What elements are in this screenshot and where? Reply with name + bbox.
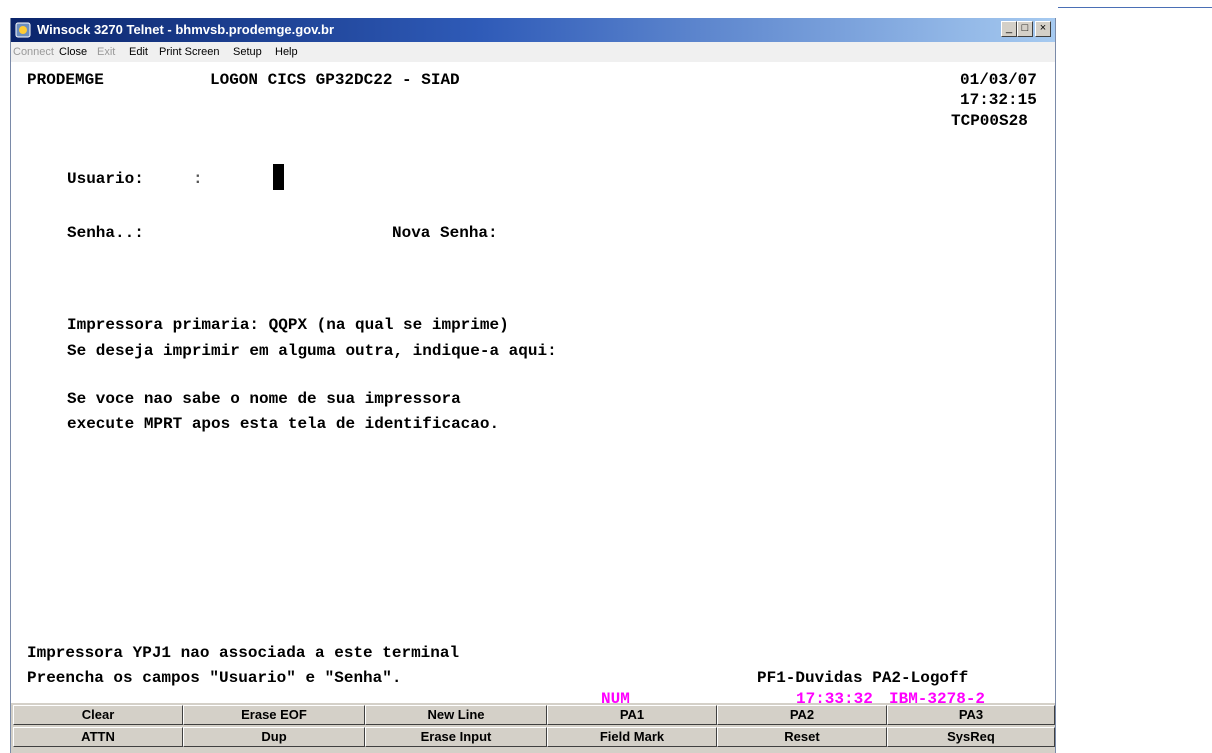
screen-date: 01/03/07 xyxy=(960,71,1037,89)
menu-help[interactable]: Help xyxy=(275,46,298,58)
screen-header: LOGON CICS GP32DC22 - SIAD xyxy=(210,71,460,89)
window-title: Winsock 3270 Telnet - bhmvsb.prodemge.go… xyxy=(37,22,335,37)
help-line2: execute MPRT apos esta tela de identific… xyxy=(67,415,500,433)
erase-input-key[interactable]: Erase Input xyxy=(365,727,547,747)
telnet-window: Winsock 3270 Telnet - bhmvsb.prodemge.go… xyxy=(10,18,1056,753)
usuario-separator: : xyxy=(193,170,203,188)
help-line1: Se voce nao sabe o nome de sua impressor… xyxy=(67,390,461,408)
new-line-key[interactable]: New Line xyxy=(365,705,547,725)
pa2-key[interactable]: PA2 xyxy=(717,705,887,725)
attn-key[interactable]: ATTN xyxy=(13,727,183,747)
menu-connect[interactable]: Connect xyxy=(13,46,54,58)
menu-bar: Connect Close Exit Edit Print Screen Set… xyxy=(11,42,1055,62)
menu-exit[interactable]: Exit xyxy=(97,46,115,58)
status-message2: Preencha os campos "Usuario" e "Senha". xyxy=(27,669,402,687)
clear-key[interactable]: Clear xyxy=(13,705,183,725)
app-icon xyxy=(15,22,31,38)
nova-senha-label: Nova Senha: xyxy=(392,224,498,242)
sysreq-key[interactable]: SysReq xyxy=(887,727,1055,747)
pf-key-hint: PF1-Duvidas PA2-Logoff xyxy=(757,669,969,687)
pa3-key[interactable]: PA3 xyxy=(887,705,1055,725)
text-cursor xyxy=(273,164,284,190)
dup-key[interactable]: Dup xyxy=(183,727,365,747)
usuario-label: Usuario: xyxy=(67,170,144,188)
maximize-button[interactable]: □ xyxy=(1017,21,1033,37)
org-label: PRODEMGE xyxy=(27,71,104,89)
minimize-button[interactable]: _ xyxy=(1001,21,1017,37)
screen-time: 17:32:15 xyxy=(960,91,1037,109)
pa1-key[interactable]: PA1 xyxy=(547,705,717,725)
field-mark-key[interactable]: Field Mark xyxy=(547,727,717,747)
senha-label: Senha..: xyxy=(67,224,144,242)
printer-info-line2: Se deseja imprimir em alguma outra, indi… xyxy=(67,342,557,360)
status-message1: Impressora YPJ1 nao associada a este ter… xyxy=(27,644,460,662)
erase-eof-key[interactable]: Erase EOF xyxy=(183,705,365,725)
title-bar[interactable]: Winsock 3270 Telnet - bhmvsb.prodemge.go… xyxy=(11,18,1055,42)
close-button[interactable]: × xyxy=(1035,21,1051,37)
top-rule xyxy=(1058,7,1212,8)
terminal-id: TCP00S28 xyxy=(951,112,1028,130)
function-key-panel: Clear Erase EOF New Line PA1 PA2 PA3 ATT… xyxy=(11,703,1055,753)
menu-print-screen[interactable]: Print Screen xyxy=(159,46,220,58)
terminal-screen[interactable]: PRODEMGE LOGON CICS GP32DC22 - SIAD 01/0… xyxy=(11,62,1055,708)
menu-setup[interactable]: Setup xyxy=(233,46,262,58)
reset-key[interactable]: Reset xyxy=(717,727,887,747)
menu-edit[interactable]: Edit xyxy=(129,46,148,58)
printer-info-line1: Impressora primaria: QQPX (na qual se im… xyxy=(67,316,509,334)
menu-close[interactable]: Close xyxy=(59,46,87,58)
